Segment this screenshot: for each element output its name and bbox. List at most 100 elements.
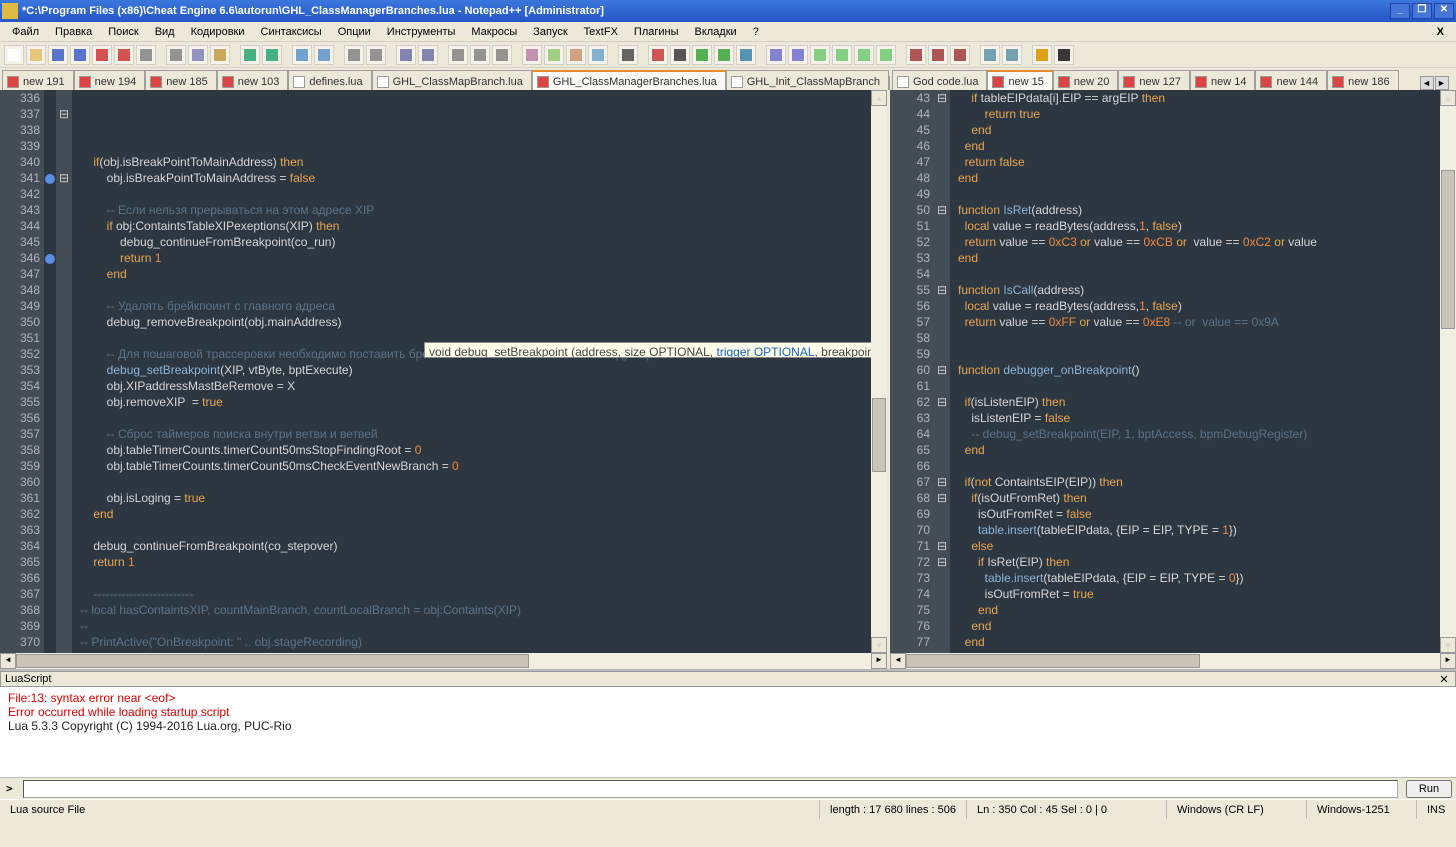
cut-icon[interactable] — [166, 45, 186, 65]
compare-clear-icon[interactable] — [788, 45, 808, 65]
user-lang-icon[interactable] — [522, 45, 542, 65]
compare-icon[interactable] — [766, 45, 786, 65]
open-file-icon[interactable] — [26, 45, 46, 65]
status-insert-mode[interactable]: INS — [1416, 800, 1456, 819]
spell-next-icon[interactable] — [950, 45, 970, 65]
menu-plugins[interactable]: Плагины — [626, 24, 687, 40]
close-button[interactable]: ✕ — [1434, 3, 1454, 19]
scroll-down-icon[interactable]: ▼ — [871, 637, 887, 653]
close-file-icon[interactable] — [92, 45, 112, 65]
copy-icon[interactable] — [188, 45, 208, 65]
fold-margin[interactable]: ⊟⊟⊟⊟⊟⊟⊟⊟⊟ — [934, 90, 950, 653]
scroll-thumb[interactable] — [872, 398, 886, 472]
vscrollbar[interactable]: ▲ ▼ — [1440, 90, 1456, 653]
scroll-right-icon[interactable]: ► — [871, 653, 887, 669]
macro-multi-icon[interactable] — [714, 45, 734, 65]
tab-active[interactable]: new 15 — [987, 70, 1052, 90]
sync-h-icon[interactable] — [418, 45, 438, 65]
sync-v-icon[interactable] — [396, 45, 416, 65]
menu-encodings[interactable]: Кодировки — [183, 24, 253, 40]
menu-macros[interactable]: Макросы — [463, 24, 525, 40]
indent-guide-icon[interactable] — [492, 45, 512, 65]
fold-margin[interactable]: ⊟⊟ — [56, 90, 72, 653]
compare-first-icon[interactable] — [854, 45, 874, 65]
hscrollbar[interactable]: ◄ ► — [0, 653, 887, 669]
doc-map-icon[interactable] — [544, 45, 564, 65]
console-input[interactable] — [23, 780, 1398, 798]
code-lines[interactable]: if tableEIPdata[i].EIP == argEIP then re… — [950, 90, 1440, 653]
compare-next-icon[interactable] — [832, 45, 852, 65]
save-icon[interactable] — [48, 45, 68, 65]
hscrollbar[interactable]: ◄ ► — [890, 653, 1456, 669]
tab[interactable]: new 103 — [217, 70, 289, 90]
tab[interactable]: new 144 — [1255, 70, 1327, 90]
scroll-thumb[interactable] — [1441, 170, 1455, 329]
console-output[interactable]: File:13: syntax error near <eof> Error o… — [0, 687, 1456, 777]
menubar-close-x[interactable]: X — [1429, 24, 1452, 40]
extra-btn1-icon[interactable] — [1032, 45, 1052, 65]
scroll-thumb[interactable] — [906, 654, 1200, 668]
tab[interactable]: new 186 — [1327, 70, 1399, 90]
wordwrap-icon[interactable] — [448, 45, 468, 65]
spell-check-icon[interactable] — [906, 45, 926, 65]
tab-next-icon[interactable]: ► — [1435, 76, 1449, 90]
menu-edit[interactable]: Правка — [47, 24, 100, 40]
redo-icon[interactable] — [262, 45, 282, 65]
code-area-right[interactable]: 4344454647484950515253545556575859606162… — [890, 90, 1456, 653]
macro-save-icon[interactable] — [736, 45, 756, 65]
status-encoding[interactable]: Windows-1251 — [1306, 800, 1416, 819]
scroll-up-icon[interactable]: ▲ — [871, 90, 887, 106]
scroll-up-icon[interactable]: ▲ — [1440, 90, 1456, 106]
spell-prev-icon[interactable] — [928, 45, 948, 65]
scroll-down-icon[interactable]: ▼ — [1440, 637, 1456, 653]
zoom-in-icon[interactable] — [344, 45, 364, 65]
minimize-button[interactable]: _ — [1390, 3, 1410, 19]
monitor-icon[interactable] — [618, 45, 638, 65]
replace-icon[interactable] — [314, 45, 334, 65]
scroll-left-icon[interactable]: ◄ — [0, 653, 16, 669]
macro-play-icon[interactable] — [692, 45, 712, 65]
compare-prev-icon[interactable] — [810, 45, 830, 65]
tab-active[interactable]: GHL_ClassManagerBranches.lua — [532, 70, 726, 90]
breakpoint-icon[interactable] — [45, 254, 55, 264]
code-area-left[interactable]: 3363373383393403413423433443453463473483… — [0, 90, 887, 653]
tab[interactable]: new 20 — [1053, 70, 1118, 90]
tab[interactable]: new 14 — [1190, 70, 1255, 90]
zoom-out-icon[interactable] — [366, 45, 386, 65]
menu-help[interactable]: ? — [745, 24, 767, 40]
plugin-btn-icon[interactable] — [980, 45, 1000, 65]
plugin-btn2-icon[interactable] — [1002, 45, 1022, 65]
breakpoint-margin[interactable] — [44, 90, 56, 653]
macro-stop-icon[interactable] — [670, 45, 690, 65]
scroll-track[interactable] — [871, 106, 887, 637]
menu-file[interactable]: Файл — [4, 24, 47, 40]
macro-record-icon[interactable] — [648, 45, 668, 65]
menu-tabs-menu[interactable]: Вкладки — [687, 24, 745, 40]
show-all-chars-icon[interactable] — [470, 45, 490, 65]
tab[interactable]: GHL_ClassMapBranch.lua — [372, 70, 532, 90]
extra-btn2-icon[interactable] — [1054, 45, 1074, 65]
run-button[interactable]: Run — [1406, 780, 1452, 798]
find-icon[interactable] — [292, 45, 312, 65]
breakpoint-icon[interactable] — [45, 174, 55, 184]
folder-view-icon[interactable] — [588, 45, 608, 65]
tab[interactable]: new 127 — [1118, 70, 1190, 90]
print-icon[interactable] — [136, 45, 156, 65]
menu-textfx[interactable]: TextFX — [576, 24, 626, 40]
tab[interactable]: God code.lua — [892, 70, 987, 90]
tab[interactable]: defines.lua — [288, 70, 371, 90]
undo-icon[interactable] — [240, 45, 260, 65]
menu-options[interactable]: Опции — [330, 24, 379, 40]
menu-instruments[interactable]: Инструменты — [379, 24, 464, 40]
scroll-track[interactable] — [906, 653, 1440, 669]
scroll-right-icon[interactable]: ► — [1440, 653, 1456, 669]
maximize-button[interactable]: ❐ — [1412, 3, 1432, 19]
scroll-thumb[interactable] — [16, 654, 529, 668]
scroll-track[interactable] — [16, 653, 871, 669]
menu-search[interactable]: Поиск — [100, 24, 146, 40]
save-all-icon[interactable] — [70, 45, 90, 65]
tab[interactable]: new 194 — [74, 70, 146, 90]
tab[interactable]: new 191 — [2, 70, 74, 90]
code-lines[interactable]: if(obj.isBreakPointToMainAddress) then o… — [72, 90, 871, 653]
vscrollbar[interactable]: ▲ ▼ — [871, 90, 887, 653]
